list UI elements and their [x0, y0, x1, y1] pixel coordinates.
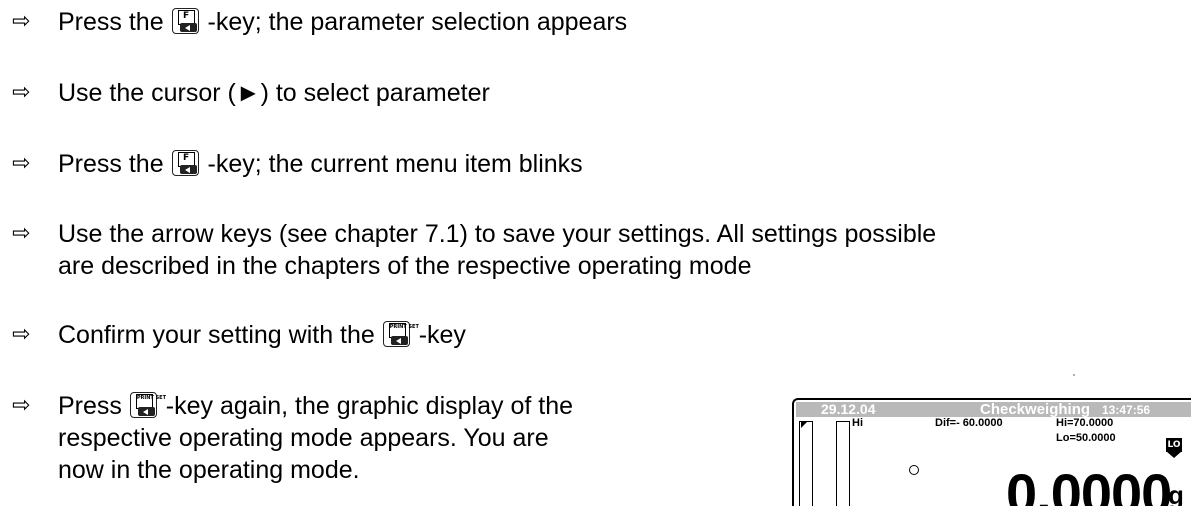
print-set-key-icon: PRINT SET [382, 321, 419, 347]
display-mode: Checkweighing [980, 401, 1091, 418]
step-4-line-2: are described in the chapters of the res… [58, 252, 752, 280]
hi-limit: Hi=70.0000 [1056, 417, 1114, 429]
hi-label: Hi [852, 417, 863, 429]
print-set-key-icon: PRINT SET [129, 392, 166, 418]
arrow-right-icon: ⇨ [12, 322, 31, 347]
step-1-after: -key; the parameter selection appears [200, 8, 628, 36]
arrow-right-icon: ⇨ [12, 393, 31, 418]
step-4-line-1: Use the arrow keys (see chapter 7.1) to … [58, 220, 937, 248]
weight-readout: 0.0000 [1006, 462, 1172, 506]
step-3-before: Press the [58, 150, 171, 178]
checkweighing-display: 29.12.04 Checkweighing 13:47:56 Hi Dif=-… [792, 398, 1191, 506]
step-5-before: Confirm your setting with the [58, 321, 382, 349]
arrow-right-icon: ⇨ [12, 221, 31, 246]
bar-graph-left [799, 421, 813, 506]
speck [1073, 374, 1075, 376]
display-time: 13:47:56 [1102, 403, 1151, 417]
step-2-text: Use the cursor (►) to select parameter [58, 79, 490, 107]
f-key-icon: F [171, 8, 199, 34]
difference-value: Dif=- 60.0000 [935, 417, 1003, 429]
lo-indicator-icon: LO [1166, 438, 1182, 452]
step-6-before: Press [58, 392, 129, 420]
lo-indicator-pointer [1166, 451, 1182, 458]
lo-limit: Lo=50.0000 [1056, 432, 1116, 444]
step-1-before: Press the [58, 8, 171, 36]
step-3-after: -key; the current menu item blinks [200, 150, 583, 178]
stability-circle-icon [909, 465, 919, 475]
display-date: 29.12.04 [821, 401, 876, 417]
display-header: 29.12.04 Checkweighing 13:47:56 [796, 402, 1191, 417]
step-5-after: -key [411, 321, 466, 349]
weight-unit: g [1168, 480, 1184, 506]
bar-graph-right [836, 421, 850, 506]
step-6-after: -key again, the graphic display of the [158, 392, 573, 420]
arrow-right-icon: ⇨ [12, 80, 31, 105]
f-key-icon: F [171, 150, 199, 176]
arrow-right-icon: ⇨ [12, 151, 31, 176]
arrow-right-icon: ⇨ [12, 9, 31, 34]
